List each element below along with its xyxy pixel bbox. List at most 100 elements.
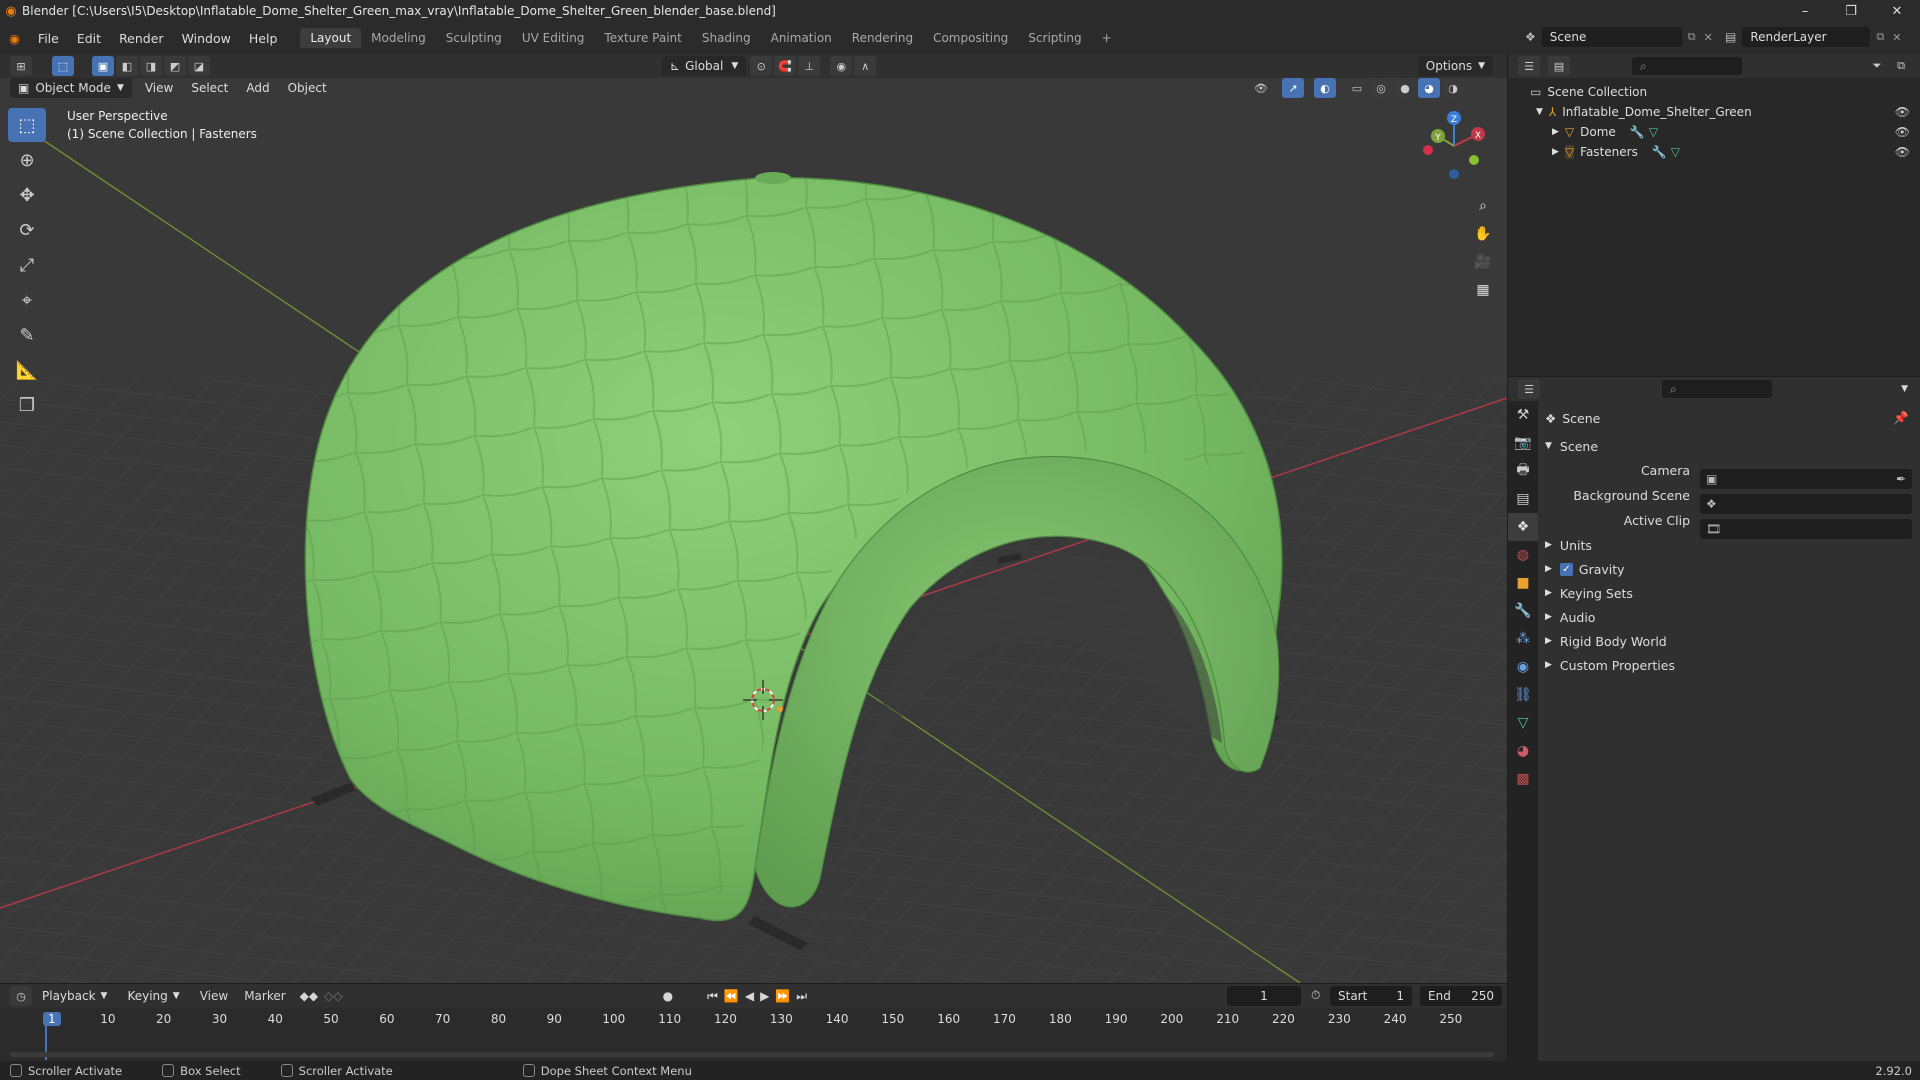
custom-properties-panel-header[interactable]: ▶ Custom Properties [1545, 653, 1915, 677]
overlay-toggle-icon[interactable]: ◐ [1314, 78, 1336, 98]
outliner-row-scene-collection[interactable]: ▭ Scene Collection [1530, 82, 1920, 102]
keyframe-icon[interactable]: ◆◆ [300, 989, 318, 1003]
select-intersect-icon[interactable]: ◪ [188, 56, 210, 76]
gravity-checkbox[interactable]: ✓ [1559, 562, 1573, 576]
properties-search-input[interactable]: ⌕ [1662, 380, 1772, 398]
expand-arrow-icon[interactable]: ▶ [1552, 147, 1559, 157]
tab-texture-paint[interactable]: Texture Paint [594, 28, 691, 48]
physics-tab-icon[interactable]: ◉ [1508, 653, 1538, 681]
scene-tab-icon[interactable]: ❖ [1508, 513, 1538, 541]
timeline-scrollbar[interactable] [10, 1052, 1494, 1057]
keying-sets-panel-header[interactable]: ▶ Keying Sets [1545, 581, 1915, 605]
add-cube-tool[interactable]: ❒ [8, 388, 46, 422]
zoom-icon[interactable]: ⌕ [1469, 192, 1497, 220]
new-collection-icon[interactable]: ⧉ [1890, 56, 1912, 76]
cursor-tool[interactable]: ⊕ [8, 143, 46, 177]
menu-render[interactable]: Render [110, 31, 173, 46]
object-tab-icon[interactable]: ■ [1508, 569, 1538, 597]
rotate-tool[interactable]: ⟳ [8, 213, 46, 247]
pin-icon[interactable]: 📌 [1893, 410, 1909, 426]
add-workspace-button[interactable]: + [1092, 28, 1122, 48]
modifier-tab-icon[interactable]: 🔧 [1508, 597, 1538, 625]
view-layer-selector[interactable]: RenderLayer [1742, 27, 1871, 47]
blender-menu-icon[interactable]: ◉ [0, 31, 29, 46]
stopwatch-icon[interactable]: ⏱ [1311, 988, 1320, 1003]
move-tool[interactable]: ✥ [8, 178, 46, 212]
constraints-tab-icon[interactable]: ⛓ [1508, 681, 1538, 709]
current-frame-field[interactable]: 1 [1227, 986, 1301, 1006]
timeline-editor-type-icon[interactable]: ◷ [10, 986, 32, 1006]
navigation-gizmo[interactable]: Z X Y [1410, 106, 1490, 186]
rigid-body-world-panel-header[interactable]: ▶ Rigid Body World [1545, 629, 1915, 653]
filter-icon[interactable]: ⏷ [1866, 56, 1888, 76]
maximize-button[interactable]: ❐ [1828, 0, 1874, 22]
start-frame-field[interactable]: Start 1 [1330, 986, 1412, 1006]
rendered-shading-icon[interactable]: ◑ [1442, 78, 1464, 98]
tab-scripting[interactable]: Scripting [1018, 28, 1091, 48]
select-subtract-icon[interactable]: ◨ [140, 56, 162, 76]
modifier-wrench-icon[interactable]: 🔧 [1652, 145, 1667, 159]
menu-edit[interactable]: Edit [68, 31, 110, 46]
xray-icon[interactable]: ▭ [1346, 78, 1368, 98]
object-mode-dropdown[interactable]: ▣ Object Mode ▼ [10, 78, 132, 98]
annotate-tool[interactable]: ✎ [8, 318, 46, 352]
expand-arrow-icon[interactable]: ▼ [1536, 107, 1543, 117]
snap-target-icon[interactable]: ⊥ [798, 56, 821, 76]
texture-tab-icon[interactable]: ▩ [1508, 765, 1538, 793]
expand-arrow-icon[interactable]: ▶ [1552, 127, 1559, 137]
visibility-eye-icon[interactable]: 👁 [1895, 105, 1910, 119]
view-layer-tab-icon[interactable]: ▤ [1508, 485, 1538, 513]
background-scene-field[interactable]: ❖ [1700, 494, 1912, 514]
mesh-data-icon[interactable]: ▽ [1649, 125, 1658, 139]
record-icon[interactable]: ● [663, 989, 673, 1003]
jump-start-icon[interactable]: ⏮ [707, 989, 718, 1004]
outliner-editor-type-icon[interactable]: ☰ [1518, 56, 1540, 76]
tab-modeling[interactable]: Modeling [361, 28, 436, 48]
new-view-layer-icon[interactable]: ⧉ [1876, 30, 1884, 44]
display-mode-icon[interactable]: ▤ [1548, 56, 1570, 76]
audio-panel-header[interactable]: ▶ Audio [1545, 605, 1915, 629]
modifier-wrench-icon[interactable]: 🔧 [1630, 125, 1645, 139]
ortho-toggle-icon[interactable]: ▦ [1469, 276, 1497, 304]
camera-field[interactable]: ▣ ✒ [1700, 469, 1912, 489]
tab-compositing[interactable]: Compositing [923, 28, 1018, 48]
menu-window[interactable]: Window [173, 31, 240, 46]
tool-tab-icon[interactable]: ⚒ [1508, 401, 1538, 429]
menu-file[interactable]: File [29, 31, 68, 46]
select-invert-icon[interactable]: ◩ [164, 56, 186, 76]
end-frame-field[interactable]: End 250 [1420, 986, 1502, 1006]
falloff-icon[interactable]: ∧ [854, 56, 877, 76]
data-tab-icon[interactable]: ▽ [1508, 709, 1538, 737]
visibility-eye-icon[interactable]: 👁 [1895, 125, 1910, 139]
playback-menu[interactable]: Playback ▼ [34, 986, 115, 1006]
scene-panel-header[interactable]: ▼ Scene [1545, 434, 1915, 458]
particles-tab-icon[interactable]: ⁂ [1508, 625, 1538, 653]
transform-orientation-dropdown[interactable]: ⊾ Global ▼ [662, 56, 747, 76]
visibility-icon[interactable]: 👁 [1250, 78, 1272, 98]
play-reverse-icon[interactable]: ◀ [745, 989, 754, 1003]
menu-help[interactable]: Help [240, 31, 287, 46]
next-keyframe-icon[interactable]: ⏩ [775, 989, 790, 1003]
select-box-tool[interactable]: ⬚ [8, 108, 46, 142]
chevron-down-icon[interactable]: ▼ [1901, 384, 1908, 394]
tab-shading[interactable]: Shading [692, 28, 761, 48]
prev-keyframe-icon[interactable]: ⏪ [724, 989, 739, 1003]
snap-icon[interactable]: 🧲 [774, 56, 797, 76]
outliner[interactable]: ☰ ▤ ⌕ ⏷ ⧉ ▭ Scene Collection ▼ ⅄ Inflata… [1508, 54, 1920, 376]
outliner-search-input[interactable]: ⌕ [1632, 57, 1742, 75]
material-tab-icon[interactable]: ◕ [1508, 737, 1538, 765]
timeline-view-menu[interactable]: View [192, 989, 236, 1003]
play-icon[interactable]: ▶ [760, 989, 769, 1003]
timeline[interactable]: ◷ Playback ▼ Keying ▼ View Marker ◆◆ ◇◇ ● … [0, 984, 1507, 1061]
remove-scene-icon[interactable]: ✕ [1704, 31, 1713, 44]
menu-view[interactable]: View [136, 81, 182, 95]
outliner-row-fasteners[interactable]: ▶ ▽ Fasteners 🔧 ▽ 👁 [1530, 142, 1920, 162]
pivot-point-icon[interactable]: ⊙ [750, 56, 773, 76]
outliner-row-dome-shelter[interactable]: ▼ ⅄ Inflatable_Dome_Shelter_Green 👁 [1530, 102, 1920, 122]
tab-rendering[interactable]: Rendering [842, 28, 923, 48]
new-scene-icon[interactable]: ⧉ [1688, 30, 1696, 44]
world-tab-icon[interactable]: ◍ [1508, 541, 1538, 569]
solid-shading-icon[interactable]: ● [1394, 78, 1416, 98]
minimize-button[interactable]: – [1782, 0, 1828, 22]
scale-tool[interactable]: ⤢ [8, 248, 46, 282]
